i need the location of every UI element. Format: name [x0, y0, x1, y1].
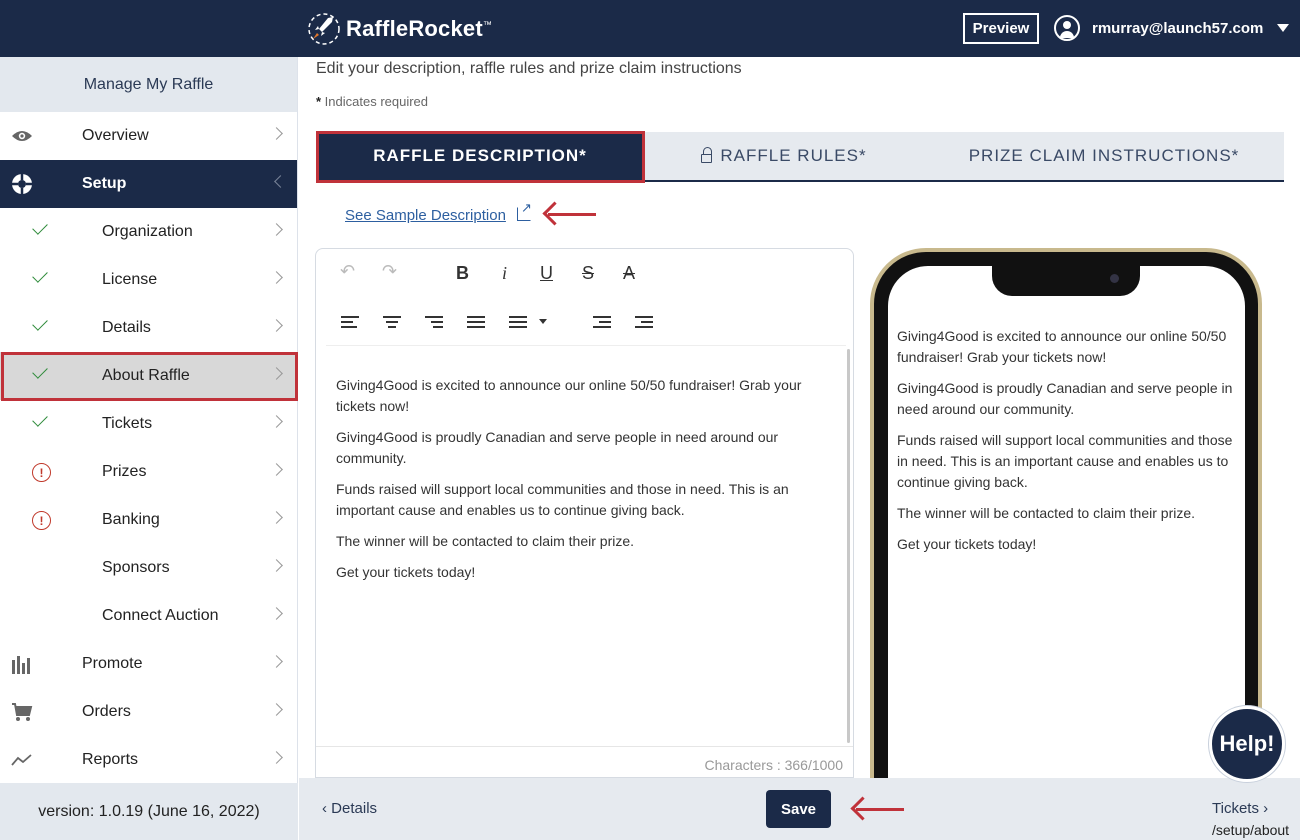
back-details-link[interactable]: ‹ Details	[322, 800, 377, 817]
editor-divider	[316, 746, 853, 747]
sidebar-item-license[interactable]: License	[0, 256, 297, 304]
unlock-icon	[701, 146, 713, 163]
chevron-right-icon	[270, 511, 283, 524]
eye-icon	[10, 125, 34, 147]
trend-icon	[10, 749, 34, 771]
chevron-right-icon	[270, 559, 283, 572]
lifebuoy-icon	[10, 173, 34, 195]
sidebar-item-reports[interactable]: Reports	[0, 736, 297, 784]
toolbar-divider	[326, 345, 846, 346]
chevron-right-icon	[270, 127, 283, 140]
rich-text-editor[interactable]: ↶ ↷ B i U S A Giving4Good is excited to …	[315, 248, 854, 778]
caret-down-icon	[1277, 24, 1290, 32]
italic-icon[interactable]: i	[502, 263, 507, 284]
url-fragment: /setup/about	[1212, 822, 1290, 838]
chevron-right-icon	[270, 703, 283, 716]
next-tickets-link[interactable]: Tickets ›	[1212, 800, 1268, 817]
tab-raffle-description[interactable]: RAFFLE DESCRIPTION*	[316, 132, 644, 180]
user-email: rmurray@launch57.com	[1092, 19, 1264, 37]
sidebar-item-organization[interactable]: Organization	[0, 208, 297, 256]
align-center-icon[interactable]	[383, 316, 401, 328]
strikethrough-icon[interactable]: S	[582, 263, 594, 284]
bullet-list-icon[interactable]	[509, 316, 527, 328]
character-counter: Characters : 366/1000	[704, 757, 843, 773]
check-icon	[32, 411, 48, 427]
editor-scrollbar[interactable]	[847, 349, 850, 743]
chevron-right-icon	[270, 655, 283, 668]
tab-bar: RAFFLE DESCRIPTION* RAFFLE RULES* PRIZE …	[316, 132, 1284, 182]
sidebar-item-prizes[interactable]: ! Prizes	[0, 448, 297, 496]
chevron-right-icon	[270, 319, 283, 332]
user-avatar-icon	[1054, 15, 1080, 41]
underline-icon[interactable]: U	[540, 263, 553, 284]
clear-format-icon[interactable]: A	[623, 263, 635, 284]
top-bar: RaffleRocket™ Preview rmurray@launch57.c…	[0, 0, 1300, 57]
check-icon	[32, 363, 48, 379]
sidebar-item-sponsors[interactable]: Sponsors	[0, 544, 297, 592]
warning-icon: !	[32, 511, 51, 530]
sidebar-item-promote[interactable]: Promote	[0, 640, 297, 688]
sidebar-item-setup[interactable]: Setup	[0, 160, 297, 208]
external-link-icon[interactable]	[517, 200, 532, 221]
sidebar-item-about-raffle[interactable]: About Raffle	[0, 352, 297, 400]
version-label: version: 1.0.19 (June 16, 2022)	[0, 783, 298, 840]
logo-text: RaffleRocket™	[346, 16, 493, 41]
align-left-icon[interactable]	[341, 316, 359, 328]
see-sample-description-link[interactable]: See Sample Description	[345, 207, 506, 224]
dropdown-caret-icon[interactable]	[539, 319, 547, 324]
tab-raffle-rules[interactable]: RAFFLE RULES*	[644, 132, 924, 180]
phone-preview: Giving4Good is excited to announce our o…	[870, 248, 1262, 840]
check-icon	[32, 219, 48, 235]
align-right-icon[interactable]	[425, 316, 443, 328]
cart-icon	[10, 701, 34, 723]
phone-screen: Giving4Good is excited to announce our o…	[888, 266, 1245, 840]
sidebar-item-overview[interactable]: Overview	[0, 112, 297, 160]
chevron-left-icon	[274, 175, 287, 188]
undo-icon[interactable]: ↶	[340, 261, 355, 282]
indent-icon[interactable]	[635, 316, 653, 328]
save-button[interactable]: Save	[766, 790, 831, 828]
rocket-icon	[308, 13, 340, 45]
redo-icon[interactable]: ↷	[382, 261, 397, 282]
sidebar-item-tickets[interactable]: Tickets	[0, 400, 297, 448]
annotation-arrow	[856, 808, 904, 811]
bar-chart-icon	[10, 653, 34, 675]
sidebar-item-orders[interactable]: Orders	[0, 688, 297, 736]
help-button[interactable]: Help!	[1209, 706, 1285, 782]
sidebar-item-connect-auction[interactable]: Connect Auction	[0, 592, 297, 640]
chevron-right-icon	[270, 415, 283, 428]
sidebar-item-details[interactable]: Details	[0, 304, 297, 352]
check-icon	[32, 267, 48, 283]
user-menu[interactable]: rmurray@launch57.com	[1054, 15, 1290, 41]
bold-icon[interactable]: B	[456, 263, 469, 284]
chevron-right-icon	[270, 367, 283, 380]
sidebar-title: Manage My Raffle	[0, 57, 297, 112]
warning-icon: !	[32, 463, 51, 482]
phone-notch	[992, 266, 1140, 296]
check-icon	[32, 315, 48, 331]
chevron-right-icon	[270, 751, 283, 764]
chevron-right-icon	[270, 607, 283, 620]
preview-button[interactable]: Preview	[963, 13, 1039, 44]
preview-content: Giving4Good is excited to announce our o…	[897, 328, 1233, 552]
sidebar-item-banking[interactable]: ! Banking	[0, 496, 297, 544]
logo[interactable]: RaffleRocket™	[308, 10, 492, 48]
chevron-right-icon	[270, 463, 283, 476]
sidebar: Manage My Raffle Overview Setup Organiza…	[0, 57, 298, 840]
chevron-right-icon: ›	[1263, 800, 1269, 817]
chevron-right-icon	[270, 223, 283, 236]
required-note: * Indicates required	[316, 94, 429, 109]
outdent-icon[interactable]	[593, 316, 611, 328]
editor-content[interactable]: Giving4Good is excited to announce our o…	[336, 375, 816, 593]
ordered-list-icon[interactable]	[467, 316, 485, 328]
chevron-right-icon	[270, 271, 283, 284]
chevron-left-icon: ‹	[322, 800, 327, 817]
page-subtitle: Edit your description, raffle rules and …	[316, 60, 742, 77]
tab-prize-claim-instructions[interactable]: PRIZE CLAIM INSTRUCTIONS*	[924, 132, 1284, 180]
annotation-arrow	[548, 213, 596, 216]
